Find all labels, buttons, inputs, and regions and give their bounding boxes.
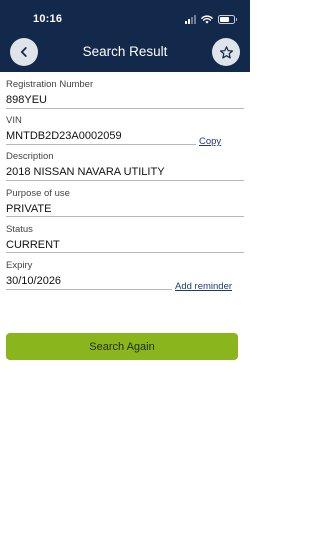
registration-field: Registration Number 898YEU bbox=[6, 79, 93, 107]
status-time: 10:16 bbox=[33, 13, 63, 25]
star-outline-icon bbox=[219, 45, 233, 59]
search-again-button[interactable]: Search Again bbox=[6, 333, 238, 360]
registration-divider bbox=[6, 108, 244, 109]
description-divider bbox=[6, 180, 244, 181]
status-field: Status CURRENT bbox=[6, 224, 60, 252]
expiry-field: Expiry 30/10/2026 bbox=[6, 260, 61, 288]
purpose-field: Purpose of use PRIVATE bbox=[6, 188, 70, 216]
add-reminder-link[interactable]: Add reminder bbox=[175, 281, 232, 292]
vin-field: VIN MNTDB2D23A0002059 bbox=[6, 115, 122, 143]
expiry-value: 30/10/2026 bbox=[6, 275, 62, 287]
favorite-button[interactable] bbox=[212, 38, 240, 66]
vin-divider bbox=[6, 144, 196, 145]
status-label: Status bbox=[6, 224, 33, 235]
description-field: Description 2018 NISSAN NAVARA UTILITY bbox=[6, 151, 165, 179]
description-value: 2018 NISSAN NAVARA UTILITY bbox=[6, 166, 165, 178]
header-bar: 10:16 Search Result bbox=[0, 0, 250, 72]
expiry-divider bbox=[6, 289, 172, 290]
purpose-value: PRIVATE bbox=[6, 203, 52, 215]
status-icons bbox=[185, 14, 237, 24]
vin-value: MNTDB2D23A0002059 bbox=[6, 130, 122, 142]
vin-label: VIN bbox=[6, 115, 22, 126]
status-divider bbox=[6, 252, 244, 253]
copy-vin-link[interactable]: Copy bbox=[199, 136, 221, 147]
expiry-label: Expiry bbox=[6, 260, 33, 271]
registration-value: 898YEU bbox=[6, 94, 47, 106]
description-label: Description bbox=[6, 151, 54, 162]
purpose-divider bbox=[6, 216, 244, 217]
status-value: CURRENT bbox=[6, 239, 60, 251]
wifi-icon bbox=[201, 14, 213, 24]
search-result-screen: 10:16 Search Result Registration Number … bbox=[0, 0, 250, 543]
cellular-signal-icon bbox=[185, 14, 196, 24]
purpose-label: Purpose of use bbox=[6, 188, 70, 199]
battery-icon bbox=[218, 14, 237, 24]
registration-label: Registration Number bbox=[6, 79, 94, 90]
